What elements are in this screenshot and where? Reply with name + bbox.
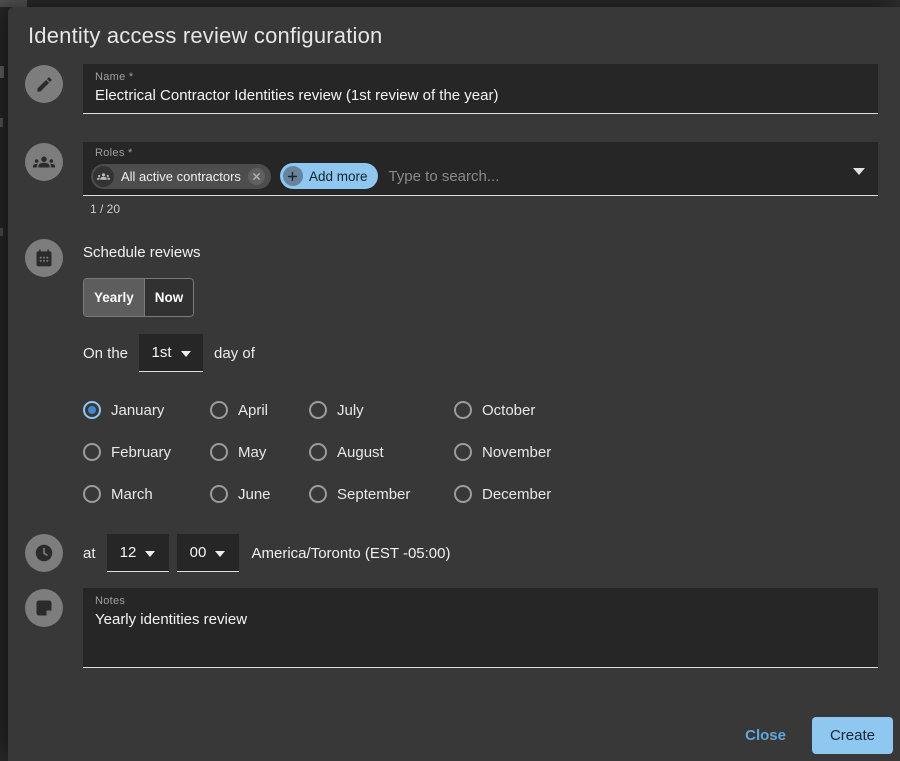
radio-icon — [454, 401, 472, 419]
name-row: Name * Electrical Contractor Identities … — [8, 64, 900, 114]
chevron-down-icon[interactable] — [853, 168, 865, 175]
day-select[interactable]: 1st — [139, 334, 203, 372]
month-radio-group: January February March April May June Ju… — [83, 398, 878, 506]
chevron-down-icon — [181, 351, 191, 357]
month-label: March — [111, 486, 153, 503]
dialog-title: Identity access review configuration — [8, 7, 900, 51]
day-select-value: 1st — [152, 344, 172, 361]
radio-icon — [83, 485, 101, 503]
people-icon — [25, 143, 63, 181]
month-option-june[interactable]: June — [210, 482, 309, 506]
month-option-january[interactable]: January — [83, 398, 210, 422]
radio-icon — [210, 401, 228, 419]
radio-icon — [83, 443, 101, 461]
month-option-august[interactable]: August — [309, 440, 454, 464]
schedule-row: Schedule reviews Yearly Now On the 1st d… — [8, 238, 900, 506]
month-option-may[interactable]: May — [210, 440, 309, 464]
month-label: February — [111, 444, 171, 461]
note-icon — [25, 589, 63, 627]
role-chip-all-active-contractors[interactable]: All active contractors — [91, 164, 271, 189]
month-label: December — [482, 486, 551, 503]
backdrop-page-fragment — [0, 0, 27, 7]
radio-icon — [309, 401, 327, 419]
schedule-heading: Schedule reviews — [83, 244, 878, 262]
timezone-label: America/Toronto (EST -05:00) — [252, 545, 451, 562]
month-option-september[interactable]: September — [309, 482, 454, 506]
on-the-label: On the — [83, 345, 128, 362]
notes-label: Notes — [95, 595, 866, 608]
name-value: Electrical Contractor Identities review … — [95, 87, 866, 105]
month-label: July — [337, 402, 364, 419]
month-label: November — [482, 444, 551, 461]
add-more-label: Add more — [309, 169, 368, 184]
people-icon — [93, 166, 114, 187]
month-option-july[interactable]: July — [309, 398, 454, 422]
month-option-october[interactable]: October — [454, 398, 878, 422]
identity-review-dialog: Identity access review configuration Nam… — [8, 7, 900, 761]
minute-value: 00 — [190, 544, 207, 561]
pencil-icon — [25, 65, 63, 103]
month-option-december[interactable]: December — [454, 482, 878, 506]
notes-value: Yearly identities review — [95, 611, 866, 629]
radio-icon — [454, 485, 472, 503]
month-label: June — [238, 486, 271, 503]
time-row: at 12 00 America/Toronto (EST -05:00) — [8, 534, 900, 572]
minute-select[interactable]: 00 — [177, 534, 239, 572]
name-label: Name * — [95, 71, 866, 84]
add-more-button[interactable]: Add more — [280, 163, 379, 189]
clock-icon — [25, 534, 63, 572]
close-button[interactable]: Close — [733, 718, 798, 753]
backdrop-page-fragment — [0, 66, 4, 78]
at-label: at — [83, 545, 96, 562]
dialog-footer: Close Create — [733, 717, 893, 754]
backdrop-page-fragment — [0, 228, 3, 236]
chevron-down-icon — [145, 551, 155, 557]
frequency-option-yearly[interactable]: Yearly — [84, 279, 144, 316]
month-option-february[interactable]: February — [83, 440, 210, 464]
backdrop-page-fragment — [0, 118, 3, 127]
month-label: September — [337, 486, 410, 503]
radio-icon — [309, 443, 327, 461]
day-of-row: On the 1st day of — [83, 334, 878, 372]
create-button[interactable]: Create — [812, 717, 893, 754]
plus-icon — [283, 166, 303, 186]
notes-textarea[interactable]: Notes Yearly identities review — [83, 588, 878, 668]
month-label: May — [238, 444, 266, 461]
day-of-label: day of — [214, 345, 255, 362]
radio-icon — [83, 401, 101, 419]
radio-icon — [309, 485, 327, 503]
roles-counter: 1 / 20 — [90, 202, 878, 216]
roles-label: Roles * — [95, 147, 844, 160]
frequency-option-now[interactable]: Now — [144, 279, 194, 316]
roles-row: Roles * All active contractors — [8, 142, 900, 216]
chevron-down-icon — [215, 551, 225, 557]
name-input[interactable]: Name * Electrical Contractor Identities … — [83, 64, 878, 114]
hour-select[interactable]: 12 — [107, 534, 169, 572]
radio-icon — [210, 485, 228, 503]
frequency-toggle: Yearly Now — [83, 278, 194, 317]
roles-search-input[interactable]: Type to search... — [388, 168, 499, 185]
role-chip-label: All active contractors — [121, 169, 241, 184]
month-option-march[interactable]: March — [83, 482, 210, 506]
radio-icon — [454, 443, 472, 461]
calendar-icon — [25, 239, 63, 277]
month-option-november[interactable]: November — [454, 440, 878, 464]
chip-remove-icon[interactable] — [248, 168, 265, 185]
month-label: August — [337, 444, 384, 461]
roles-multiselect[interactable]: Roles * All active contractors — [83, 142, 878, 196]
radio-icon — [210, 443, 228, 461]
month-label: January — [111, 402, 164, 419]
month-label: October — [482, 402, 535, 419]
month-label: April — [238, 402, 268, 419]
month-option-april[interactable]: April — [210, 398, 309, 422]
notes-row: Notes Yearly identities review — [8, 588, 900, 668]
hour-value: 12 — [120, 544, 137, 561]
